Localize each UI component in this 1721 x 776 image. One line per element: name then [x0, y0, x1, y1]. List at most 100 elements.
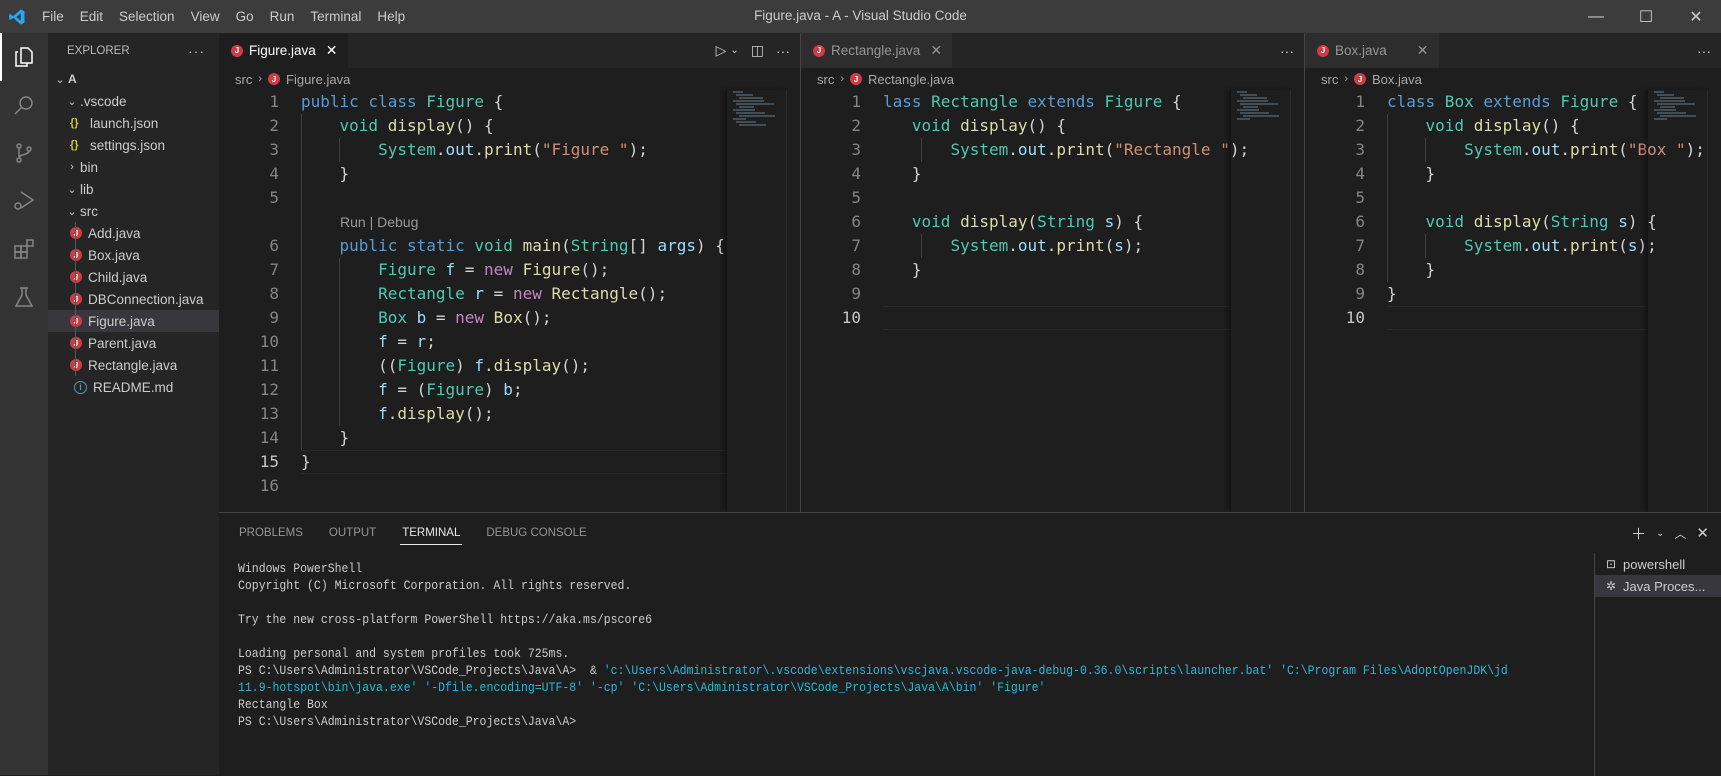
tree-item[interactable]: {} launch.json	[48, 112, 219, 134]
tree-item[interactable]: J Child.java	[48, 266, 219, 288]
indent-guide	[75, 310, 76, 332]
code-token: print	[1056, 236, 1105, 255]
code-token: =	[455, 260, 485, 279]
menu-run[interactable]: Run	[262, 0, 303, 33]
code-token: void	[339, 116, 379, 135]
indent-guide	[339, 138, 340, 162]
menu-help[interactable]: Help	[369, 0, 413, 33]
activity-testing[interactable]	[0, 273, 48, 321]
menu-selection[interactable]: Selection	[111, 0, 183, 33]
code-token: s	[1627, 236, 1638, 255]
tree-item[interactable]: J DBConnection.java	[48, 288, 219, 310]
activity-source-control[interactable]	[0, 129, 48, 177]
line-number: 5	[1355, 188, 1365, 207]
more-actions-button[interactable]: ···	[1280, 43, 1294, 59]
editor-tab[interactable]: J Rectangle.java ✕	[801, 33, 953, 68]
menu-file[interactable]: File	[34, 0, 72, 33]
java-file-icon: J	[850, 73, 863, 85]
more-actions-button[interactable]: ···	[1697, 43, 1711, 59]
activity-explorer[interactable]	[0, 33, 48, 81]
tree-item[interactable]: ⌄ .vscode	[48, 90, 219, 112]
new-terminal-button[interactable]: ＋	[1631, 523, 1646, 544]
tree-item[interactable]: J Figure.java	[48, 310, 219, 332]
close-tab-icon[interactable]: ✕	[1417, 42, 1429, 59]
activity-run-debug[interactable]	[0, 177, 48, 225]
code-line: 5	[801, 186, 1304, 210]
editor-tab[interactable]: J Box.java ✕	[1305, 33, 1439, 68]
codelens-run-debug[interactable]: Run | Debug	[219, 210, 800, 234]
explorer-more-button[interactable]: ···	[188, 43, 205, 59]
more-actions-button[interactable]: ···	[776, 43, 790, 59]
editor-tab[interactable]: J Figure.java ✕	[219, 33, 348, 68]
code-token: print	[1570, 236, 1619, 255]
tree-item[interactable]: ⌄ src	[48, 200, 219, 222]
terminal-instance-label: powershell	[1623, 556, 1686, 572]
close-tab-icon[interactable]: ✕	[326, 42, 338, 59]
workspace-root[interactable]: ⌄ A	[48, 68, 219, 90]
maximize-panel-button[interactable]: ︿	[1674, 525, 1686, 542]
vertical-scrollbar[interactable]	[786, 90, 800, 512]
menu-go[interactable]: Go	[228, 0, 262, 33]
terminal-dropdown-icon[interactable]: ⌄	[1656, 528, 1664, 539]
menu-view[interactable]: View	[183, 0, 228, 33]
code-token: Figure	[397, 356, 456, 375]
maximize-button[interactable]: ☐	[1621, 0, 1671, 33]
breadcrumb-folder[interactable]: src	[1321, 72, 1338, 87]
minimap[interactable]	[726, 90, 786, 512]
editor-sash[interactable]	[800, 33, 801, 512]
line-number: 16	[259, 476, 279, 495]
activity-search[interactable]	[0, 81, 48, 129]
menu-terminal[interactable]: Terminal	[302, 0, 369, 33]
panel-tab-problems[interactable]: PROBLEMS	[239, 513, 303, 553]
vertical-scrollbar[interactable]	[1290, 90, 1304, 512]
tree-item[interactable]: {} settings.json	[48, 134, 219, 156]
breadcrumb-file[interactable]: Rectangle.java	[868, 72, 954, 87]
current-line-highlight	[301, 450, 726, 474]
tree-item[interactable]: J Add.java	[48, 222, 219, 244]
editor-actions: ···	[1697, 33, 1711, 68]
close-tab-icon[interactable]: ✕	[930, 42, 942, 59]
tree-item[interactable]: J Parent.java	[48, 332, 219, 354]
run-dropdown-icon[interactable]: ⌄	[730, 45, 738, 56]
terminal-output[interactable]: Windows PowerShell Copyright (C) Microsof…	[238, 561, 1618, 731]
close-panel-button[interactable]: ✕	[1696, 524, 1709, 542]
code-token: "Figure "	[541, 140, 629, 159]
tree-item[interactable]: › bin	[48, 156, 219, 178]
menu-edit[interactable]: Edit	[72, 0, 111, 33]
panel-tab-output[interactable]: OUTPUT	[329, 513, 376, 553]
run-button[interactable]: ▷	[716, 42, 727, 59]
breadcrumb-file[interactable]: Figure.java	[286, 72, 350, 87]
chevron-down-icon: ⌄	[67, 205, 77, 218]
tree-item[interactable]: ⌄ lib	[48, 178, 219, 200]
tree-item[interactable]: i README.md	[48, 376, 219, 398]
line-text: f = (Figure) b;	[279, 378, 523, 402]
split-editor-button[interactable]: ◫	[751, 42, 764, 59]
activity-extensions[interactable]	[0, 225, 48, 273]
breadcrumb-folder[interactable]: src	[235, 72, 252, 87]
code-area[interactable]: 1 lass Rectangle extends Figure {2 void d…	[801, 90, 1304, 330]
tree-item[interactable]: J Box.java	[48, 244, 219, 266]
close-window-button[interactable]: ✕	[1671, 0, 1721, 33]
panel-tab-debug-console[interactable]: DEBUG CONSOLE	[486, 513, 586, 553]
panel-tab-terminal[interactable]: TERMINAL	[400, 513, 463, 553]
minimap[interactable]	[1230, 90, 1290, 512]
code-token: f	[378, 404, 388, 423]
code-token: );	[628, 140, 648, 159]
line-text: public class Figure {	[279, 90, 503, 114]
minimap[interactable]	[1647, 90, 1707, 512]
minimap-line	[739, 124, 766, 126]
breadcrumb-file[interactable]: Box.java	[1372, 72, 1422, 87]
code-line: 7 Figure f = new Figure();	[219, 258, 800, 282]
code-token: args	[657, 236, 696, 255]
code-token: }	[1387, 260, 1436, 279]
tree-item[interactable]: J Rectangle.java	[48, 354, 219, 376]
terminal-instance[interactable]: ✲ Java Proces...	[1595, 575, 1721, 597]
code-line: 3 System.out.print("Figure ");	[219, 138, 800, 162]
code-area[interactable]: 1 public class Figure {2 void display() {…	[219, 90, 800, 498]
terminal-instance[interactable]: ⊡ powershell	[1595, 553, 1721, 575]
minimize-button[interactable]: —	[1571, 0, 1621, 33]
line-number: 9	[1355, 284, 1365, 303]
vertical-scrollbar[interactable]	[1707, 90, 1721, 512]
editor-sash[interactable]	[1304, 33, 1305, 512]
breadcrumb-folder[interactable]: src	[817, 72, 834, 87]
